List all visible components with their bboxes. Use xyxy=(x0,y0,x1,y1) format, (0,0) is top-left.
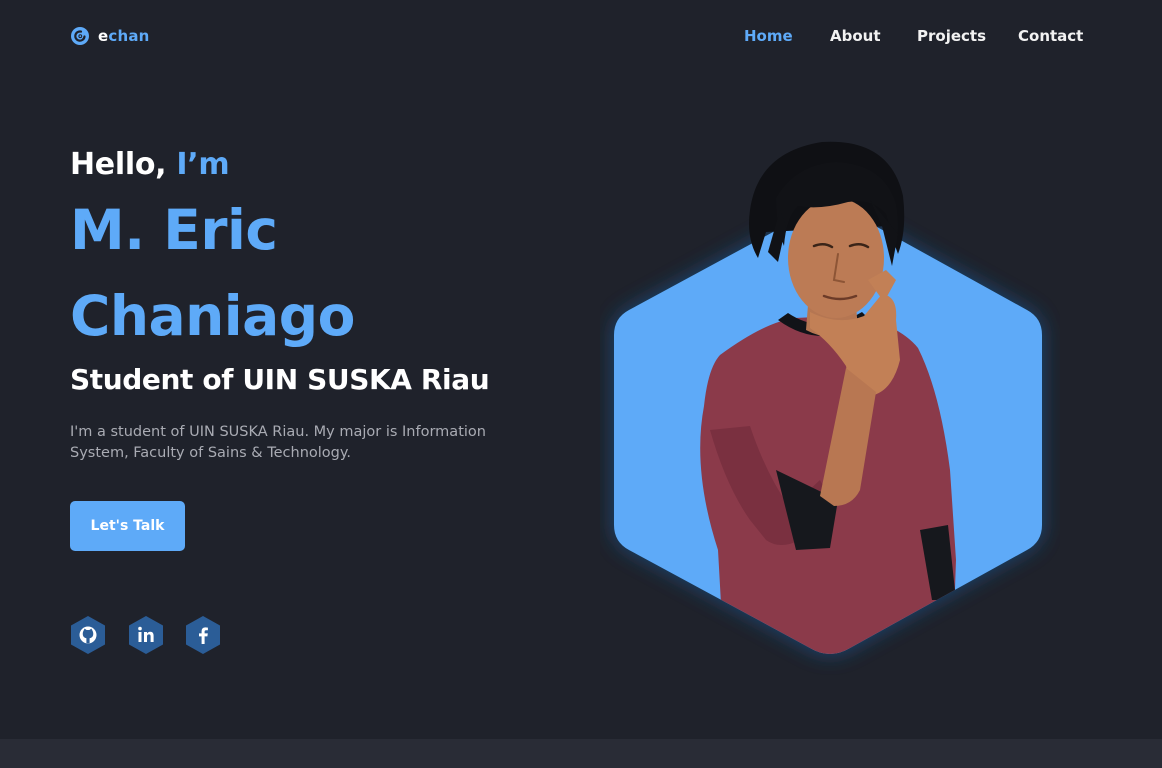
greeting-accent: I’m xyxy=(176,147,230,182)
portrait-illustration xyxy=(614,141,1042,654)
hero-name-line-1: M. Eric xyxy=(70,198,278,262)
hero-description: I'm a student of UIN SUSKA Riau. My majo… xyxy=(70,424,486,461)
landing-page: echan Home About Projects Contact Hello,… xyxy=(0,0,1162,768)
facebook-link[interactable] xyxy=(185,616,221,654)
logo-text-first-letter: e xyxy=(98,27,109,45)
linkedin-icon xyxy=(129,616,163,654)
next-section-band xyxy=(0,739,1162,768)
nav-link-projects[interactable]: Projects xyxy=(917,26,986,46)
nav-link-contact[interactable]: Contact xyxy=(1018,26,1083,46)
github-link[interactable] xyxy=(70,616,106,654)
hero-greeting: Hello, I’m xyxy=(70,145,230,185)
logo-text-rest: chan xyxy=(108,27,150,45)
logo-text: echan xyxy=(98,26,150,46)
nav-link-home[interactable]: Home xyxy=(744,26,793,46)
lets-talk-button[interactable]: Let's Talk xyxy=(70,501,185,551)
nav-link-about[interactable]: About xyxy=(830,26,881,46)
linkedin-link[interactable] xyxy=(128,616,164,654)
logo-swirl-icon xyxy=(71,27,89,45)
greeting-prefix: Hello, xyxy=(70,147,167,182)
github-icon xyxy=(71,616,105,654)
site-logo[interactable]: echan xyxy=(70,26,150,46)
facebook-icon xyxy=(186,616,220,654)
site-header: echan Home About Projects Contact xyxy=(0,0,1162,72)
hero-portrait xyxy=(600,130,1060,675)
hero-role: Student of UIN SUSKA Riau xyxy=(70,363,490,396)
hero-name-line-2: Chaniago xyxy=(70,284,355,348)
